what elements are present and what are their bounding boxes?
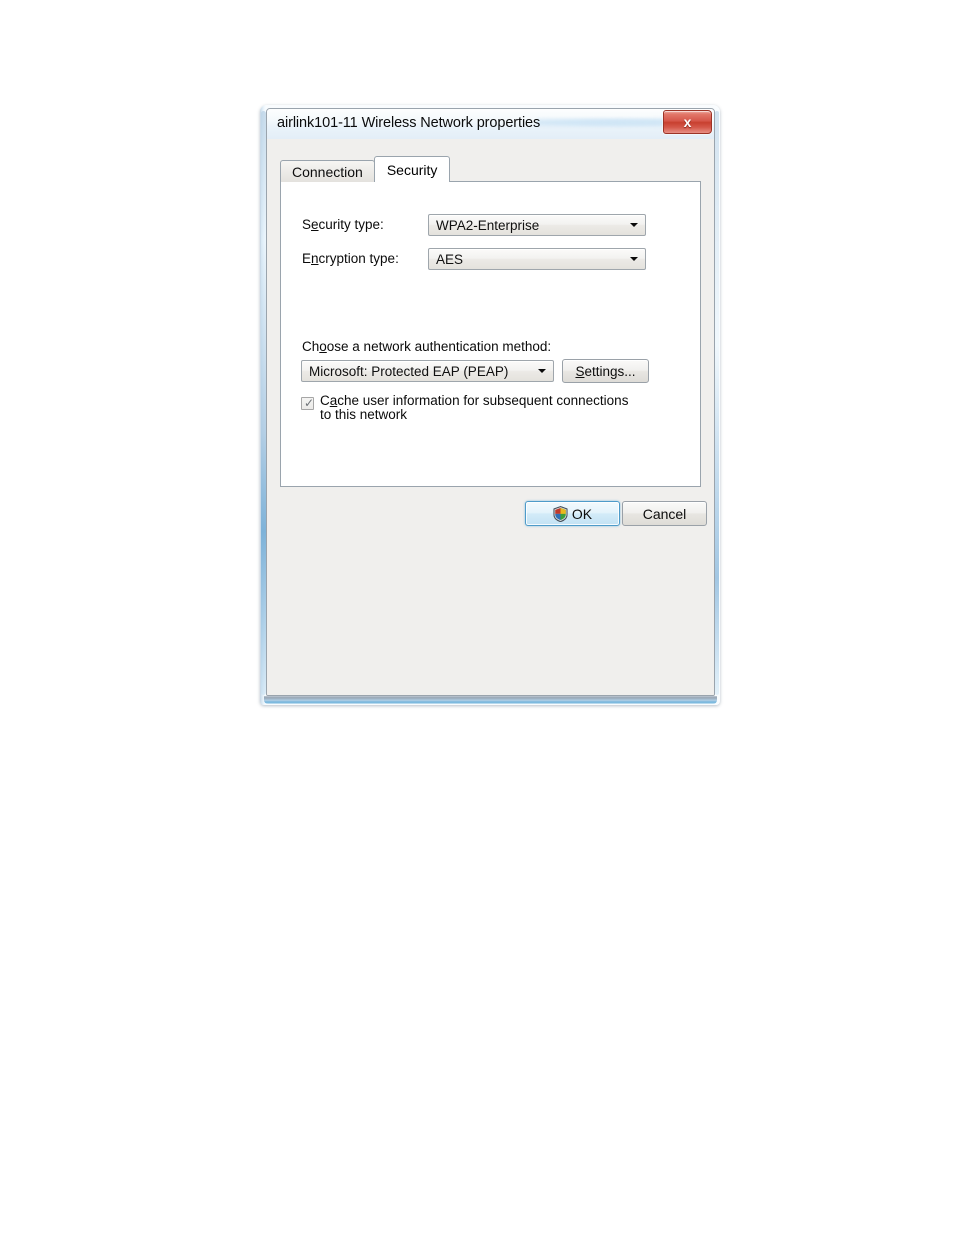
auth-method-label: Choose a network authentication method:	[302, 339, 552, 354]
settings-button[interactable]: Settings...	[562, 359, 649, 383]
chevron-down-icon	[531, 369, 553, 373]
cancel-button[interactable]: Cancel	[622, 501, 707, 526]
encryption-type-combobox[interactable]: AES	[428, 248, 646, 270]
security-type-combobox[interactable]: WPA2-Enterprise	[428, 214, 646, 236]
cache-user-info-label-line2: to this network	[320, 407, 408, 422]
security-tab-panel: Security type: WPA2-Enterprise Encryptio…	[280, 181, 701, 487]
security-type-value: WPA2-Enterprise	[436, 217, 540, 233]
security-type-label: Security type:	[302, 217, 384, 232]
window-title: airlink101-11 Wireless Network propertie…	[277, 115, 541, 131]
chevron-down-icon	[623, 223, 645, 227]
cache-user-info-checkbox-row[interactable]: ✓ Cache user information for subsequent …	[301, 394, 628, 422]
auth-method-combobox[interactable]: Microsoft: Protected EAP (PEAP)	[301, 360, 554, 382]
ok-button[interactable]: OK	[525, 501, 620, 526]
security-type-label-row: Security type:	[302, 217, 384, 232]
uac-shield-icon	[553, 505, 568, 522]
auth-method-value: Microsoft: Protected EAP (PEAP)	[309, 363, 509, 379]
window-frame-right-edge	[715, 111, 719, 695]
dialog-client-area: airlink101-11 Wireless Network propertie…	[266, 108, 715, 696]
window-frame-bottom-edge	[264, 696, 717, 704]
cache-user-info-label-line1: Cache user information for subsequent co…	[320, 393, 629, 408]
tab-security-label: Security	[386, 161, 438, 178]
titlebar[interactable]: airlink101-11 Wireless Network propertie…	[267, 109, 714, 140]
tab-connection[interactable]: Connection	[280, 160, 375, 182]
close-icon: x	[683, 114, 692, 130]
settings-button-label: Settings...	[575, 363, 636, 379]
cache-user-info-label: Cache user information for subsequent co…	[320, 394, 628, 422]
tab-security[interactable]: Security	[373, 156, 451, 182]
cancel-button-label: Cancel	[642, 505, 687, 522]
encryption-type-value: AES	[436, 251, 464, 267]
wireless-network-properties-dialog: airlink101-11 Wireless Network propertie…	[260, 105, 720, 705]
ok-button-label: OK	[571, 505, 593, 522]
encryption-type-label: Encryption type:	[302, 251, 399, 266]
checkmark-icon: ✓	[304, 396, 315, 410]
tabstrip: Connection Security	[280, 156, 451, 182]
chevron-down-icon	[623, 257, 645, 261]
dialog-body: Connection Security Security type: WPA2-…	[267, 139, 714, 695]
encryption-type-label-row: Encryption type:	[302, 251, 399, 266]
cache-user-info-checkbox[interactable]: ✓	[301, 397, 314, 410]
close-button[interactable]: x	[663, 110, 712, 134]
tab-connection-label: Connection	[292, 163, 363, 180]
